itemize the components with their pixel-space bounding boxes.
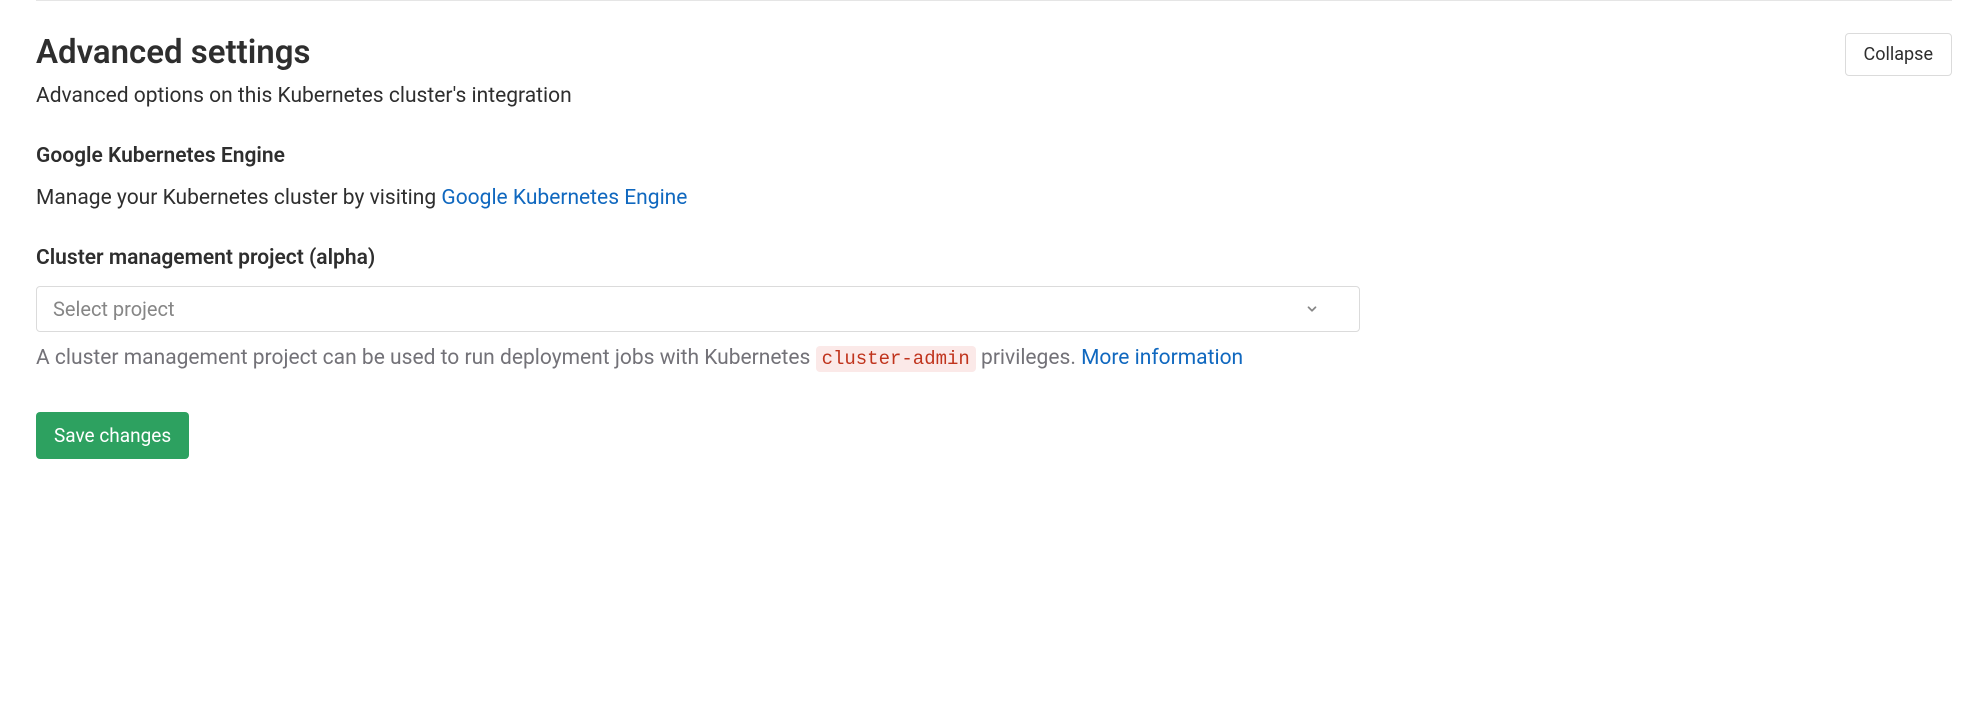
project-select[interactable]: Select project: [36, 286, 1360, 332]
gke-text: Manage your Kubernetes cluster by visiti…: [36, 186, 1952, 210]
chevron-down-icon: [1305, 302, 1319, 316]
gke-text-prefix: Manage your Kubernetes cluster by visiti…: [36, 186, 441, 210]
project-select-placeholder: Select project: [53, 297, 175, 321]
section-divider: [36, 0, 1952, 1]
section-title: Advanced settings: [36, 33, 310, 73]
save-changes-button[interactable]: Save changes: [36, 412, 189, 459]
gke-title: Google Kubernetes Engine: [36, 144, 1952, 168]
collapse-button[interactable]: Collapse: [1845, 33, 1952, 76]
cluster-project-help: A cluster management project can be used…: [36, 342, 1316, 376]
gke-link[interactable]: Google Kubernetes Engine: [441, 186, 687, 210]
help-suffix: privileges.: [976, 346, 1081, 370]
cluster-project-label: Cluster management project (alpha): [36, 246, 1952, 270]
section-description: Advanced options on this Kubernetes clus…: [36, 84, 1952, 108]
section-header: Advanced settings Collapse: [36, 33, 1952, 76]
help-prefix: A cluster management project can be used…: [36, 346, 816, 370]
cluster-admin-code: cluster-admin: [816, 346, 976, 372]
more-info-link[interactable]: More information: [1081, 346, 1243, 370]
project-select-wrapper: Select project: [36, 286, 1360, 332]
